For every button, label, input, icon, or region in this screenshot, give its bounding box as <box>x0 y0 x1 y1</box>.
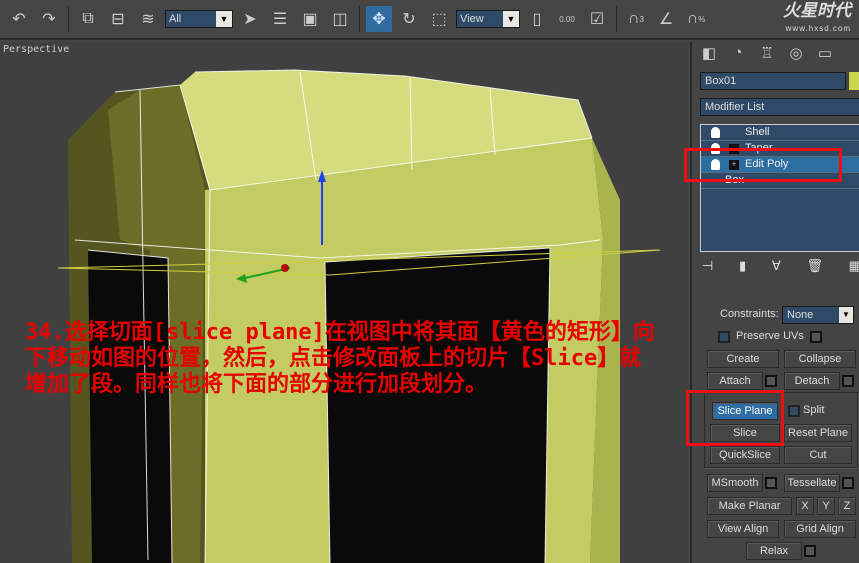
reference-coord-dropdown[interactable]: View ▼ <box>456 10 520 28</box>
display-tab-icon[interactable]: ▭ <box>812 44 838 64</box>
select-by-name-icon[interactable]: ☰ <box>267 6 293 32</box>
highlight-box <box>684 148 842 182</box>
divider <box>68 6 69 32</box>
spinner-snap-button[interactable]: 0.00 <box>554 6 580 32</box>
undo-icon[interactable]: ↶ <box>6 6 32 32</box>
create-button[interactable]: Create <box>707 350 779 368</box>
select-and-link-icon[interactable]: ⧉ <box>75 6 101 32</box>
tessellate-button[interactable]: Tessellate <box>784 474 840 492</box>
percent-snap-icon[interactable]: ∩% <box>683 6 709 32</box>
angle-snap-icon[interactable]: ∠ <box>653 6 679 32</box>
chevron-down-icon: ▼ <box>216 11 232 27</box>
preserve-uvs-label: Preserve UVs <box>736 330 804 342</box>
collapse-button[interactable]: Collapse <box>784 350 856 368</box>
quickslice-button[interactable]: QuickSlice <box>710 446 780 464</box>
constraints-dropdown[interactable]: None ▼ <box>782 306 854 324</box>
constraints-value: None <box>787 309 814 321</box>
window-crossing-icon[interactable]: ◫ <box>327 6 353 32</box>
configure-sets-icon[interactable]: ▦ <box>849 258 859 274</box>
split-label: Split <box>803 404 825 416</box>
perspective-viewport[interactable]: Perspective 34.选择切面[slice plane]在视图中将其面【… <box>0 42 688 563</box>
msmooth-button[interactable]: MSmooth <box>707 474 763 492</box>
attach-settings-icon[interactable] <box>765 375 777 387</box>
split-checkbox[interactable] <box>788 405 800 417</box>
watermark-logo: 火星时代 www.hxsd.com <box>783 2 851 38</box>
make-planar-button[interactable]: Make Planar <box>707 497 792 515</box>
select-manipulate-icon[interactable]: ☑ <box>584 6 610 32</box>
msmooth-settings-icon[interactable] <box>765 477 777 489</box>
logo-title: 火星时代 <box>783 1 851 20</box>
cut-button[interactable]: Cut <box>784 446 852 464</box>
planar-x-button[interactable]: X <box>796 497 814 515</box>
modifier-list-dropdown[interactable]: Modifier List <box>700 98 859 116</box>
planar-z-button[interactable]: Z <box>838 497 856 515</box>
coord-system-value: View <box>460 13 484 25</box>
percent-snap-label: % <box>698 14 706 24</box>
detach-settings-icon[interactable] <box>842 375 854 387</box>
planar-y-button[interactable]: Y <box>817 497 835 515</box>
relax-settings-icon[interactable] <box>804 545 816 557</box>
select-and-scale-icon[interactable]: ⬚ <box>426 6 452 32</box>
preserve-uvs-settings-icon[interactable] <box>810 331 822 343</box>
attach-button[interactable]: Attach <box>707 372 763 390</box>
select-and-move-icon[interactable]: ✥ <box>366 6 392 32</box>
hierarchy-tab-icon[interactable]: ♖ <box>754 44 780 64</box>
reset-plane-button[interactable]: Reset Plane <box>784 424 852 442</box>
3d-model <box>57 69 661 563</box>
stack-tools: ⊣ ▮ ∀ 🗑 ▦ <box>702 258 859 274</box>
chevron-down-icon: ▼ <box>503 11 519 27</box>
command-panel: ◧ ◔ ♖ ◎ ▭ Box01 Modifier List Shell Tape… <box>684 42 859 563</box>
object-color-swatch[interactable] <box>849 72 859 90</box>
select-and-rotate-icon[interactable]: ↻ <box>396 6 422 32</box>
chevron-down-icon: ▼ <box>839 307 853 323</box>
bind-space-warp-icon[interactable]: ≋ <box>135 6 161 32</box>
viewport-label[interactable]: Perspective <box>3 44 69 55</box>
preserve-uvs-checkbox[interactable] <box>718 331 730 343</box>
pin-stack-icon[interactable]: ⊣ <box>702 258 713 274</box>
stack-item-label: Shell <box>745 126 770 138</box>
main-toolbar: ↶ ↷ ⧉ ⊟ ≋ All ▼ ➤ ☰ ▣ ◫ ✥ ↻ ⬚ View ▼ ▯ 0.0… <box>0 0 859 40</box>
tutorial-caption: 34.选择切面[slice plane]在视图中将其面【黄色的矩形】向下移动如图… <box>25 320 655 397</box>
tessellate-settings-icon[interactable] <box>842 477 854 489</box>
constraints-label: Constraints: <box>720 308 779 320</box>
stack-item-shell[interactable]: Shell <box>701 125 859 141</box>
modifier-list-label: Modifier List <box>705 101 765 113</box>
lightbulb-icon[interactable] <box>711 127 720 138</box>
show-end-result-icon[interactable]: ▮ <box>739 258 746 274</box>
rectangular-selection-icon[interactable]: ▣ <box>297 6 323 32</box>
highlight-box <box>686 390 784 446</box>
remove-modifier-icon[interactable]: 🗑 <box>806 258 823 274</box>
object-name-input[interactable]: Box01 <box>700 72 846 90</box>
command-panel-tabs: ◧ ◔ ♖ ◎ ▭ <box>692 42 859 66</box>
view-align-button[interactable]: View Align <box>707 520 779 538</box>
modifier-stack: Shell Taper + Edit Poly Box <box>700 124 859 252</box>
detach-button[interactable]: Detach <box>784 372 840 390</box>
divider <box>616 6 617 32</box>
redo-icon[interactable]: ↷ <box>36 6 62 32</box>
select-object-icon[interactable]: ➤ <box>237 6 263 32</box>
unlink-icon[interactable]: ⊟ <box>105 6 131 32</box>
motion-tab-icon[interactable]: ◎ <box>783 44 809 64</box>
divider <box>359 6 360 32</box>
relax-button[interactable]: Relax <box>746 542 802 560</box>
logo-url: www.hxsd.com <box>785 24 851 33</box>
center-doorway <box>325 248 550 563</box>
selection-filter-value: All <box>169 13 182 25</box>
make-unique-icon[interactable]: ∀ <box>772 258 781 274</box>
snap-mode-label: 3 <box>639 14 644 24</box>
create-tab-icon[interactable]: ◧ <box>696 44 722 64</box>
snap-toggle-icon[interactable]: ∩ 3 <box>623 6 649 32</box>
grid-align-button[interactable]: Grid Align <box>784 520 856 538</box>
modify-tab-icon[interactable]: ◔ <box>725 44 751 64</box>
left-doorway <box>88 250 172 563</box>
selection-filter-dropdown[interactable]: All ▼ <box>165 10 233 28</box>
spinner-snap-value: 0.00 <box>559 14 575 24</box>
pivot-center-icon[interactable]: ▯ <box>524 6 550 32</box>
